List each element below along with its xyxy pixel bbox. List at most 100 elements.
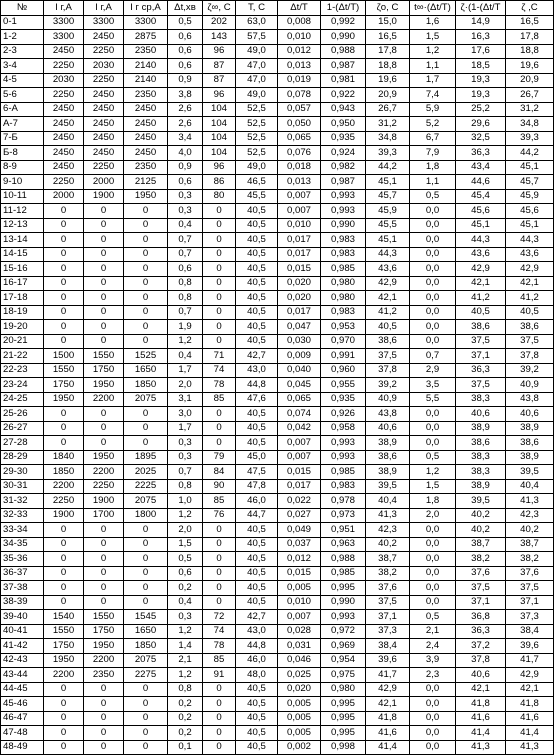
value-cell: 18,8 [365,58,410,74]
header-cell: ζ ,С [505,0,554,16]
value-cell: 0,0 [409,203,456,219]
value-cell: 1900 [43,507,84,523]
value-cell: 1,2 [409,43,456,59]
value-cell: 49,0 [235,43,278,59]
value-cell: 0,020 [277,290,321,306]
table-row: 48-49 0 0 0 0,1 0 40,5 0,002 0,998 41,4 0,0 41,3 41,… [0,739,554,755]
segment-cell: 26-27 [0,420,44,436]
value-cell: 0 [202,536,236,552]
segment-cell: 44-45 [0,681,44,697]
value-cell: 37,6 [505,565,554,581]
value-cell: 3300 [43,29,84,45]
value-cell: 17,8 [505,29,554,45]
value-cell: 91 [202,667,236,683]
value-cell: 0,020 [277,681,321,697]
value-cell: 0 [123,536,168,552]
value-cell: 0 [43,261,84,277]
value-cell: 2250 [83,43,124,59]
value-cell: 1,2 [167,623,203,639]
value-cell: 2450 [83,145,124,161]
segment-cell: 15-16 [0,261,44,277]
value-cell: 0,988 [320,551,366,567]
table-row: 8-9 2450 2250 2350 0,9 96 49,0 0,018 0,982 44,2 1,… [0,159,554,175]
value-cell: 2250 [83,159,124,175]
value-cell: 0,980 [320,290,366,306]
value-cell: 40,5 [235,522,278,538]
value-cell: 36,3 [455,623,506,639]
value-cell: 38,9 [505,420,554,436]
value-cell: 44,3 [455,232,506,248]
value-cell: 42,7 [235,609,278,625]
table-row: 45-46 0 0 0 0,2 0 40,5 0,005 0,995 42,1 0,0 41,8 41,… [0,696,554,712]
value-cell: 0,049 [277,522,321,538]
value-cell: 0,8 [167,478,203,494]
value-cell: 0,007 [277,435,321,451]
value-cell: 2075 [123,652,168,668]
header-cell: T, С [235,0,278,16]
segment-cell: 22-23 [0,362,44,378]
value-cell: 0,0 [409,551,456,567]
value-cell: 0 [83,420,124,436]
value-cell: 44,2 [505,145,554,161]
value-cell: 1,0 [167,493,203,509]
table-row: 44-45 0 0 0 0,8 0 40,5 0,020 0,980 42,9 0,0 42,1 42,… [0,681,554,697]
value-cell: 1,2 [167,507,203,523]
value-cell: 44,6 [455,174,506,190]
value-cell: 2450 [43,130,84,146]
value-cell: 2,9 [409,362,456,378]
value-cell: 44,7 [235,507,278,523]
value-cell: 2200 [83,391,124,407]
value-cell: 104 [202,145,236,161]
value-cell: 39,3 [505,130,554,146]
value-cell: 0 [123,696,168,712]
header-cell: № [0,0,44,16]
value-cell: 0,0 [409,217,456,233]
value-cell: 0,007 [277,609,321,625]
value-cell: 3,9 [409,652,456,668]
value-cell: 0 [202,551,236,567]
value-cell: 57,5 [235,29,278,45]
value-cell: 0,995 [320,696,366,712]
value-cell: 2200 [43,478,84,494]
value-cell: 1550 [43,362,84,378]
value-cell: 1900 [83,188,124,204]
table-row: 17-18 0 0 0 0,8 0 40,5 0,020 0,980 42,1 0,0 41,2 41,… [0,290,554,306]
value-cell: 0,978 [320,493,366,509]
value-cell: 40,5 [235,696,278,712]
value-cell: 20,9 [365,87,410,103]
value-cell: 78 [202,377,236,393]
value-cell: 43,6 [455,246,506,262]
value-cell: 46,0 [235,493,278,509]
value-cell: 7,4 [409,87,456,103]
value-cell: 2,1 [409,623,456,639]
value-cell: 0,0 [409,681,456,697]
value-cell: 42,9 [505,261,554,277]
value-cell: 0,013 [277,58,321,74]
value-cell: 0 [43,565,84,581]
value-cell: 37,5 [505,333,554,349]
value-cell: 1750 [43,377,84,393]
value-cell: 0,2 [167,710,203,726]
value-cell: 0,993 [320,188,366,204]
value-cell: 0,985 [320,565,366,581]
value-cell: 0,7 [167,464,203,480]
value-cell: 0,975 [320,667,366,683]
value-cell: 0 [123,420,168,436]
value-cell: 1750 [43,638,84,654]
value-cell: 3,1 [167,391,203,407]
value-cell: 39,5 [365,478,410,494]
value-cell: 0,015 [277,565,321,581]
value-cell: 38,7 [455,536,506,552]
value-cell: 40,5 [455,304,506,320]
value-cell: 41,7 [505,652,554,668]
table-row: 6-А 2450 2450 2450 2,6 104 52,5 0,057 0,943 26,7 5… [0,101,554,117]
value-cell: 40,5 [235,333,278,349]
value-cell: 0 [43,435,84,451]
value-cell: 0,969 [320,638,366,654]
value-cell: 0 [202,435,236,451]
header-cell: ζо, С [365,0,410,16]
value-cell: 0,074 [277,406,321,422]
value-cell: 0,7 [167,304,203,320]
value-cell: 0,955 [320,377,366,393]
value-cell: 45,1 [455,217,506,233]
